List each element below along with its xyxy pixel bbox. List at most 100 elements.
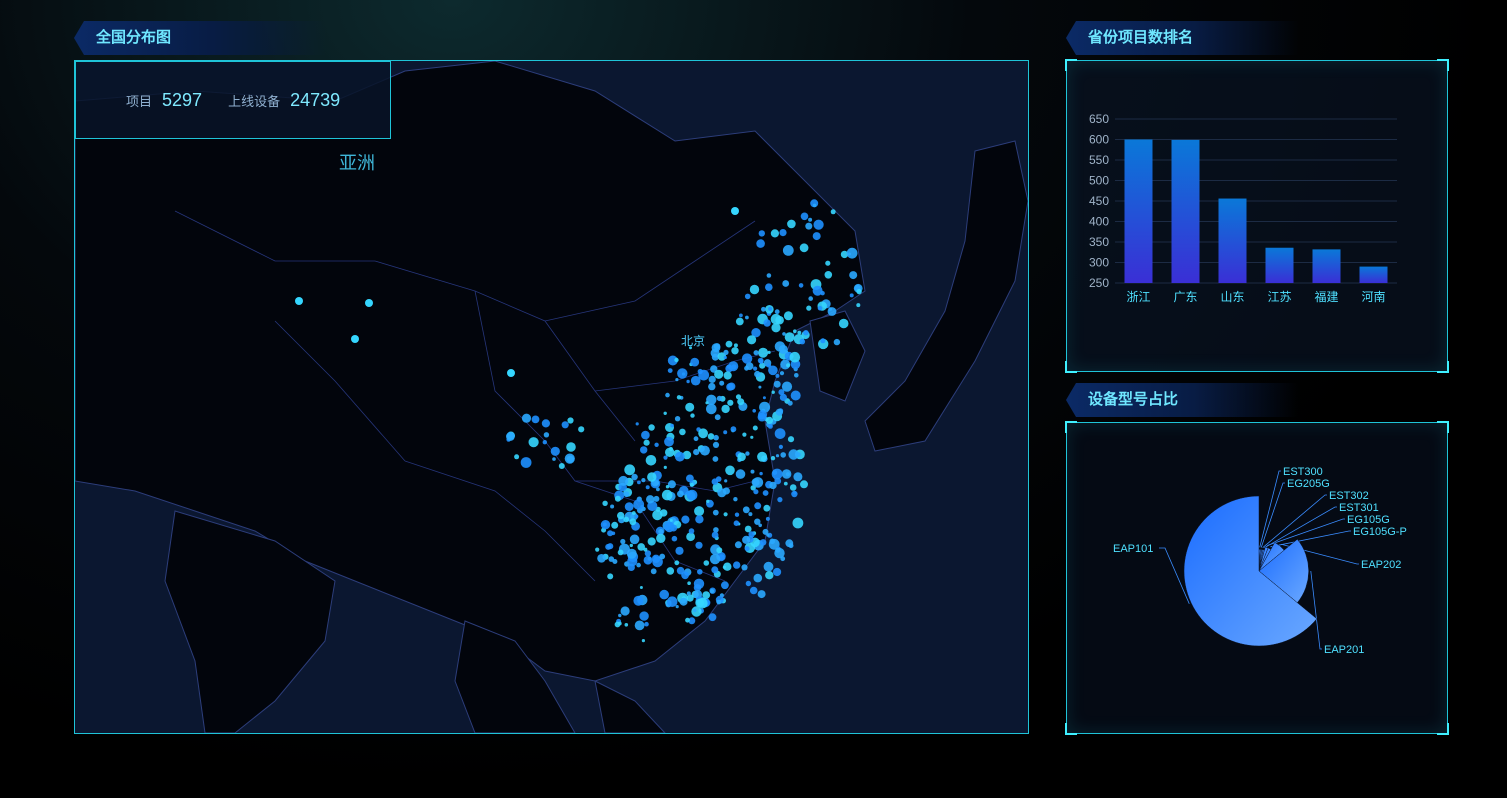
project-dot [748,512,753,517]
project-dot [699,445,710,456]
corner-decoration [75,61,85,71]
bar-广东[interactable] [1171,139,1200,283]
project-dot [687,581,691,585]
projects-value: 5297 [162,89,203,110]
project-dot [671,535,678,542]
project-dot [779,393,788,401]
project-dot [745,315,749,320]
bar-浙江[interactable] [1124,139,1153,284]
x-category-label: 浙江 [1126,290,1150,304]
map-section-title: 全国分布图 [74,21,326,55]
project-dot [617,511,625,520]
project-dot [797,330,802,335]
project-dot [627,563,635,571]
project-dot [686,474,694,483]
project-dot [793,329,797,334]
project-dot [758,385,762,389]
project-dot [629,543,633,548]
project-dot [620,606,630,616]
project-dot [698,428,708,439]
y-tick-label: 600 [1089,133,1109,147]
project-dot [641,639,646,643]
project-dot [766,533,770,537]
project-dot [566,442,576,452]
project-dot [681,571,689,580]
device-title-text: 设备型号占比 [1088,391,1179,408]
project-dot [617,621,622,626]
project-dot [506,432,515,441]
project-dot [754,370,761,378]
project-dot [658,528,664,535]
corner-decoration [1437,361,1449,373]
bar-山东[interactable] [1218,198,1247,283]
china-distribution-map[interactable]: 亚洲 北京 [75,61,1028,733]
device-rose-chart[interactable]: EST300EG205GEST302EST301EG105GEG105G-P EA… [1067,423,1447,733]
project-dot [733,343,738,348]
project-dot [742,506,750,514]
x-category-label: 河南 [1361,289,1385,304]
project-dot [708,613,717,622]
project-dot [827,307,837,316]
project-dot [752,409,756,413]
project-dot [639,611,649,621]
project-dot [690,357,700,367]
project-dot [648,424,655,431]
project-dot [633,499,645,510]
bar-江苏[interactable] [1265,247,1294,283]
project-dot [753,573,763,583]
project-dot [775,408,784,416]
project-dot [663,455,668,460]
project-dot [676,395,682,400]
project-dot [788,543,794,549]
project-dot [629,534,640,545]
bar-河南[interactable] [1359,266,1388,283]
project-dot [800,480,808,489]
project-dot [661,489,673,501]
project-dot [644,621,649,627]
project-dot [578,426,585,433]
project-dot [703,560,710,566]
project-dot [754,502,762,510]
project-dot [674,357,679,363]
corner-decoration [1065,59,1077,71]
project-dot [685,402,695,412]
project-dot [677,368,688,379]
project-dot [542,440,547,445]
ranking-title-text: 省份项目数排名 [1088,29,1194,46]
project-dot [742,432,747,437]
project-dot [723,430,728,435]
project-dot [725,364,733,373]
project-dot [602,500,608,506]
project-dot [820,338,826,344]
project-dot [779,371,785,376]
project-dot [748,531,755,538]
project-dot [674,451,685,462]
project-dot [624,623,629,627]
project-dot [686,594,694,602]
project-dot [709,553,721,565]
project-dot [812,232,821,241]
project-dot [723,349,729,355]
project-dot [664,436,674,447]
corner-decoration [1018,61,1028,71]
map-panel[interactable]: 亚洲 北京 项目 5297 上线设备 24739 [74,60,1029,734]
project-dot [798,283,804,288]
y-tick-label: 500 [1089,174,1109,188]
project-dot [813,219,824,230]
project-dot [774,428,786,439]
project-dot [747,335,757,345]
project-dot [690,413,695,418]
project-dot [763,561,774,572]
project-dot [617,549,624,556]
project-dot [770,456,776,461]
bar-福建[interactable] [1312,249,1341,283]
project-dot [730,426,737,433]
province-bar-chart[interactable]: 650 600 550 500 450 400 350 300 250 浙江 广东 山东 江苏 福建 河南 [1067,61,1447,371]
project-dot [659,589,669,600]
project-dot [794,373,799,378]
project-dot [737,452,746,462]
project-dot [799,338,806,345]
project-dot [745,451,750,456]
project-dot [768,306,773,311]
project-dot [656,487,660,492]
